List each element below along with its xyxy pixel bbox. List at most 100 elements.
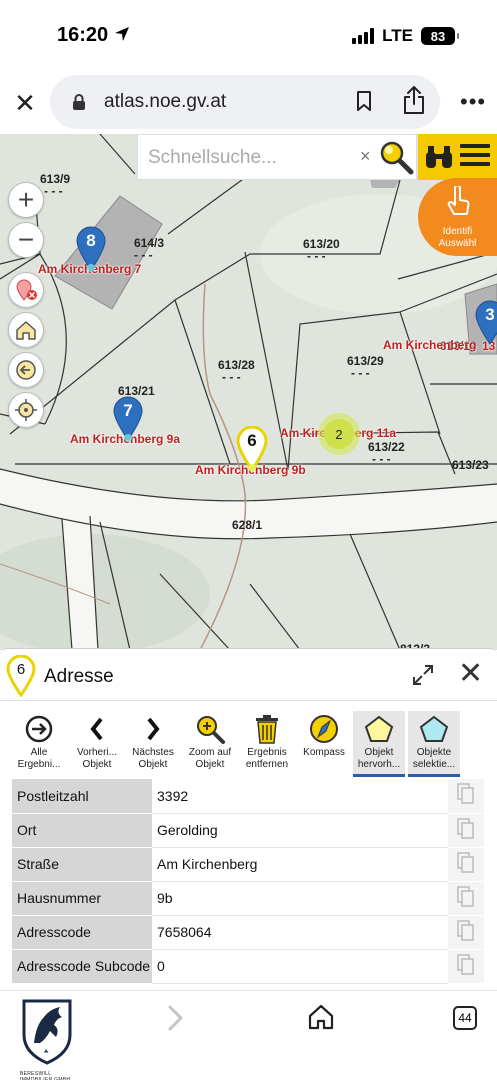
remove-result-button[interactable]: Ergebnis entfernen	[238, 711, 296, 777]
browser-bottom-bar: BERESWILL IMMOBILIEN GMBH 44	[0, 990, 497, 1080]
map-toolbar	[418, 134, 497, 180]
identify-select-button[interactable]: Identifi Auswähl	[418, 178, 497, 256]
close-tab-button[interactable]: ✕	[10, 88, 40, 118]
copy-button[interactable]	[448, 949, 484, 984]
panel-header: 6 Adresse ✕	[0, 649, 497, 701]
tool-label: Objekte	[416, 747, 452, 758]
home-view-button[interactable]	[8, 312, 44, 348]
tool-label: hervorh...	[357, 759, 401, 770]
locate-me-button[interactable]	[8, 392, 44, 428]
tool-label: Alle	[30, 747, 48, 758]
map-marker[interactable]: 3	[474, 300, 497, 346]
crosshair-icon	[15, 399, 37, 421]
copy-icon	[457, 953, 474, 975]
bookmark-icon[interactable]	[355, 90, 373, 112]
all-results-button[interactable]: Alle Ergebni...	[10, 711, 68, 777]
zoom-in-button[interactable]: +	[8, 182, 44, 218]
attribute-table: Postleitzahl 3392 Ort Gerolding Straße A…	[12, 779, 484, 984]
parcel-dash: - - -	[44, 184, 63, 198]
more-options-button[interactable]: •••	[460, 89, 486, 115]
status-time: 16:20	[57, 24, 130, 47]
house-icon	[16, 321, 36, 340]
compass-button[interactable]: Kompass	[295, 711, 353, 777]
parcel-dash: - - -	[307, 249, 326, 263]
marker-number: 8	[86, 231, 96, 250]
selected-map-marker[interactable]: 6	[236, 425, 268, 473]
next-object-button[interactable]: Nächstes Objekt	[124, 711, 182, 777]
status-indicators: LTE 83	[352, 26, 459, 46]
horse-shield-icon	[22, 999, 72, 1065]
zoom-out-button[interactable]: −	[8, 222, 44, 258]
identify-label: Auswähl	[438, 238, 477, 249]
copy-icon	[457, 919, 474, 941]
close-panel-button[interactable]: ✕	[458, 659, 483, 689]
back-view-button[interactable]	[8, 352, 44, 388]
trash-icon	[256, 715, 278, 744]
identify-label: Identifi	[442, 226, 473, 237]
chevron-right-icon	[147, 717, 160, 741]
marker-number: 7	[123, 401, 133, 420]
table-row: Ort Gerolding	[12, 813, 484, 848]
copy-icon	[457, 783, 474, 804]
parcel-label: 613/23	[452, 458, 489, 472]
copy-button[interactable]	[448, 779, 484, 814]
previous-object-button[interactable]: Vorheri... Objekt	[68, 711, 126, 777]
search-icon[interactable]	[378, 139, 414, 175]
share-icon[interactable]	[402, 85, 426, 115]
copy-button[interactable]	[448, 915, 484, 950]
marker-number: 6	[247, 431, 257, 450]
tool-label: Objekt	[138, 759, 168, 770]
search-input[interactable]	[148, 145, 358, 171]
table-row: Hausnummer 9b	[12, 881, 484, 916]
tabs-button[interactable]: 44	[453, 1006, 477, 1030]
tool-label: Objekt	[195, 759, 225, 770]
map-view[interactable]: 613/9 - - - 614/3 - - - 613/20 - - - 613…	[0, 134, 497, 650]
result-badge: 6	[6, 654, 36, 702]
attribute-key: Adresscode	[12, 915, 152, 950]
parcel-dash: - - -	[222, 370, 241, 384]
expand-icon[interactable]	[411, 663, 435, 687]
copy-button[interactable]	[448, 847, 484, 882]
tool-label: Kompass	[303, 747, 345, 758]
marker-cluster[interactable]: 2	[318, 413, 360, 455]
forward-icon[interactable]	[162, 1003, 188, 1033]
highlight-object-button[interactable]: Objekt hervorh...	[353, 711, 405, 777]
polygon-yellow-icon	[364, 715, 394, 742]
table-row: Adresscode 7658064	[12, 915, 484, 950]
street-label: Am Kirchenberg	[383, 338, 477, 352]
zoom-to-object-button[interactable]: Zoom auf Objekt	[181, 711, 239, 777]
attribute-value: 0	[152, 949, 448, 984]
polygon-cyan-icon	[419, 715, 449, 742]
address-bar[interactable]: atlas.noe.gv.at	[50, 75, 440, 129]
chevron-left-icon	[90, 717, 103, 741]
tool-label: Objekt	[82, 759, 112, 770]
arrow-right-circle-icon	[25, 715, 53, 743]
map-marker[interactable]: 8	[75, 226, 107, 272]
clear-search-button[interactable]: ×	[360, 146, 371, 167]
copy-icon	[457, 851, 474, 873]
attribute-key: Postleitzahl	[12, 779, 152, 814]
tool-label: Nächstes	[132, 747, 174, 758]
lock-icon	[73, 94, 85, 110]
tool-label: Zoom auf	[188, 747, 232, 758]
attribute-value: Gerolding	[152, 813, 448, 848]
copy-icon	[457, 885, 474, 907]
menu-icon[interactable]	[460, 144, 490, 171]
home-icon[interactable]	[307, 1003, 335, 1031]
tool-label: selektie...	[412, 759, 456, 770]
tool-label: Vorheri...	[76, 747, 118, 758]
road-label: 628/1	[232, 518, 263, 532]
tool-label: Ergebni...	[17, 759, 61, 770]
network-label: LTE	[382, 26, 413, 45]
copy-button[interactable]	[448, 813, 484, 848]
map-marker[interactable]: 7	[112, 396, 144, 442]
location-remove-icon	[16, 279, 37, 301]
copy-button[interactable]	[448, 881, 484, 916]
parcel-dash: - - -	[134, 248, 153, 262]
tabs-count: 44	[458, 1011, 472, 1025]
remove-marker-button[interactable]	[8, 272, 44, 308]
binoculars-icon[interactable]	[424, 144, 454, 170]
select-objects-button[interactable]: Objekte selektie...	[408, 711, 460, 777]
signal-icon	[352, 28, 375, 44]
attribute-value: Am Kirchenberg	[152, 847, 448, 882]
